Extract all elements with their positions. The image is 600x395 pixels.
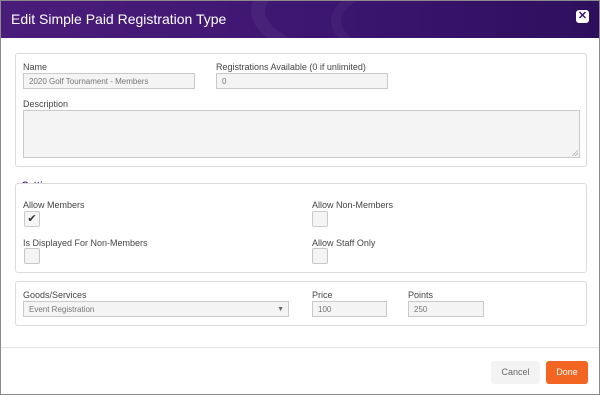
dropdown-arrow-icon: ▼ — [277, 306, 284, 313]
done-button[interactable]: Done — [546, 361, 588, 384]
goods-panel: Goods/Services Event Registration ▼ Pric… — [15, 281, 587, 326]
dialog-header: Edit Simple Paid Registration Type ✕ — [1, 1, 599, 38]
dialog-title: Edit Simple Paid Registration Type — [11, 11, 227, 27]
allow-non-members-label: Allow Non-Members — [312, 200, 394, 210]
name-label: Name — [23, 62, 48, 72]
allow-non-members-checkbox[interactable] — [312, 211, 328, 227]
edit-registration-type-dialog: Edit Simple Paid Registration Type ✕ Nam… — [0, 0, 600, 395]
points-label: Points — [408, 290, 434, 300]
close-icon[interactable]: ✕ — [576, 10, 589, 23]
checkmark-icon: ✔ — [27, 213, 37, 225]
cancel-button[interactable]: Cancel — [491, 361, 540, 384]
registrations-available-label: Registrations Available (0 if unlimited) — [216, 62, 366, 72]
allow-staff-only-checkbox[interactable] — [312, 248, 328, 264]
description-label: Description — [23, 99, 69, 109]
footer-divider — [1, 347, 599, 348]
settings-panel: Allow Members ✔ Allow Non-Members Is Dis… — [15, 183, 587, 273]
displayed-non-members-label: Is Displayed For Non-Members — [23, 238, 148, 248]
header-decoration-2 — [331, 1, 599, 38]
registrations-available-input[interactable]: 0 — [216, 73, 388, 89]
allow-members-label: Allow Members — [23, 200, 85, 210]
description-textarea[interactable] — [23, 110, 580, 158]
price-label: Price — [312, 290, 333, 300]
resize-grip-icon[interactable] — [572, 150, 578, 156]
goods-services-select[interactable]: Event Registration ▼ — [23, 301, 289, 317]
price-input[interactable]: 100 — [312, 301, 387, 317]
goods-services-label: Goods/Services — [23, 290, 87, 300]
displayed-non-members-checkbox[interactable] — [24, 248, 40, 264]
goods-services-value: Event Registration — [29, 305, 95, 314]
points-input[interactable]: 250 — [408, 301, 484, 317]
allow-staff-only-label: Allow Staff Only — [312, 238, 376, 248]
general-panel: Name 2020 Golf Tournament - Members Regi… — [15, 53, 587, 167]
name-input[interactable]: 2020 Golf Tournament - Members — [23, 73, 195, 89]
allow-members-checkbox[interactable]: ✔ — [24, 211, 40, 227]
